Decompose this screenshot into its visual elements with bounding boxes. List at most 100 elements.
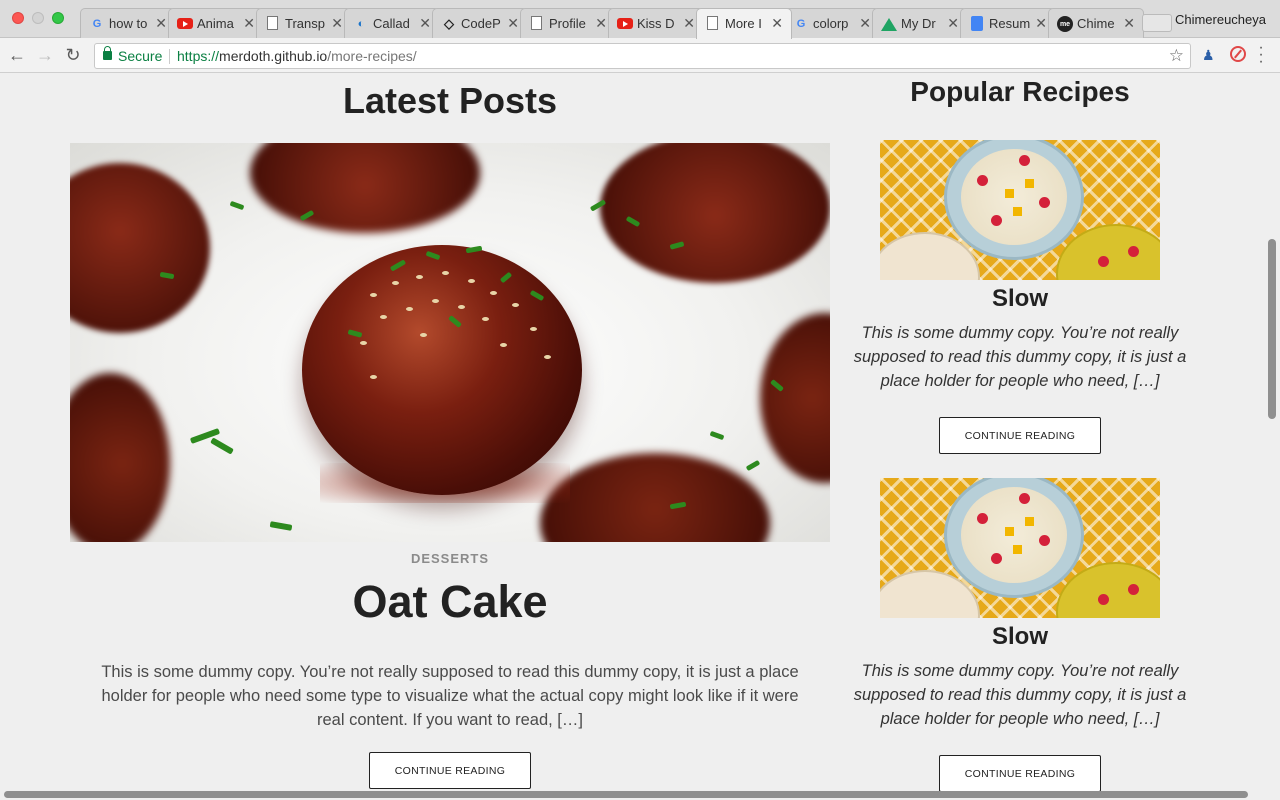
sesame-seed xyxy=(432,299,439,303)
vertical-scrollbar[interactable] xyxy=(1268,239,1276,419)
sesame-seed xyxy=(482,317,489,321)
mango-piece xyxy=(1005,189,1014,198)
sesame-seed xyxy=(544,355,551,359)
browser-tab[interactable]: Transp ✕ xyxy=(256,8,352,38)
document-icon xyxy=(267,16,278,30)
post-title[interactable]: Oat Cake xyxy=(70,576,830,628)
close-icon[interactable]: ✕ xyxy=(331,15,343,32)
raspberry xyxy=(1019,493,1030,504)
url-host: merdoth.github.io xyxy=(219,48,328,64)
bowl-blue xyxy=(944,140,1084,260)
tab-label: Anima xyxy=(197,16,234,31)
browser-tab[interactable]: G colorp ✕ xyxy=(784,8,880,38)
raspberry xyxy=(1039,197,1050,208)
browser-tab[interactable]: Profile ✕ xyxy=(520,8,616,38)
close-icon[interactable]: ✕ xyxy=(507,15,519,32)
url-text[interactable]: https://merdoth.github.io/more-recipes/ xyxy=(177,48,417,64)
close-icon[interactable]: ✕ xyxy=(771,15,783,32)
divider xyxy=(169,49,170,64)
close-icon[interactable]: ✕ xyxy=(1035,15,1047,32)
block-extension-icon[interactable] xyxy=(1230,46,1246,62)
browser-tab-bar: G how to ✕ Anima ✕ Transp ✕ ◐ Callad ✕ ◇… xyxy=(0,0,1280,39)
forward-arrow-icon[interactable]: → xyxy=(34,44,56,66)
browser-tab[interactable]: G how to ✕ xyxy=(80,8,176,38)
tab-label: colorp xyxy=(813,16,849,31)
google-icon: G xyxy=(92,18,102,30)
profile-name[interactable]: Chimereucheya xyxy=(1175,12,1266,27)
popular-recipes-heading: Popular Recipes xyxy=(910,76,1130,107)
browser-tab[interactable]: Anima ✕ xyxy=(168,8,264,38)
horizontal-scrollbar[interactable] xyxy=(4,791,1248,798)
tab-label: More I xyxy=(725,16,762,31)
sesame-seed xyxy=(468,279,475,283)
continue-reading-button[interactable]: CONTINUE READING xyxy=(939,417,1101,454)
raspberry xyxy=(1128,584,1139,595)
recipe-title[interactable]: Slow xyxy=(860,623,1180,651)
raspberry xyxy=(1098,594,1109,605)
document-icon xyxy=(531,16,542,30)
browser-tab[interactable]: me Chime ✕ xyxy=(1048,8,1144,38)
close-icon[interactable]: ✕ xyxy=(859,15,871,32)
post-hero-image[interactable] xyxy=(70,143,830,542)
recipe-image[interactable] xyxy=(880,140,1160,280)
latest-posts-heading: Latest Posts xyxy=(342,80,558,121)
lock-icon xyxy=(103,46,112,60)
continue-reading-button[interactable]: CONTINUE READING xyxy=(939,755,1101,792)
close-icon[interactable]: ✕ xyxy=(243,15,255,32)
raspberry xyxy=(1098,256,1109,267)
sesame-seed xyxy=(420,333,427,337)
window-maximize-button[interactable] xyxy=(52,12,64,24)
mango-piece xyxy=(1025,179,1034,188)
recipe-title[interactable]: Slow xyxy=(860,285,1180,313)
url-scheme: https:// xyxy=(177,48,220,64)
address-bar[interactable]: Secure https://merdoth.github.io/more-re… xyxy=(94,43,1191,69)
close-icon[interactable]: ✕ xyxy=(947,15,959,32)
new-tab-button[interactable] xyxy=(1142,14,1172,32)
raspberry xyxy=(977,175,988,186)
window-minimize-button[interactable] xyxy=(32,12,44,24)
google-icon: G xyxy=(796,18,806,30)
raspberry xyxy=(991,215,1002,226)
window-close-button[interactable] xyxy=(12,12,24,24)
raspberry xyxy=(1128,246,1139,257)
extension-icon[interactable]: ♟ xyxy=(1202,47,1216,63)
close-icon[interactable]: ✕ xyxy=(683,15,695,32)
sesame-seed xyxy=(370,293,377,297)
sesame-seed xyxy=(490,291,497,295)
browser-tab[interactable]: Resum ✕ xyxy=(960,8,1056,38)
document-icon xyxy=(707,16,718,30)
browser-tab[interactable]: Kiss D ✕ xyxy=(608,8,704,38)
google-docs-icon xyxy=(971,16,983,31)
tab-label: CodeP xyxy=(461,16,501,31)
close-icon[interactable]: ✕ xyxy=(155,15,167,32)
browser-tab[interactable]: My Dr ✕ xyxy=(872,8,968,38)
close-icon[interactable]: ✕ xyxy=(419,15,431,32)
recipe-excerpt: This is some dummy copy. You’re not real… xyxy=(853,662,1187,728)
post-category[interactable]: DESSERTS xyxy=(70,551,830,566)
back-arrow-icon[interactable]: ← xyxy=(6,44,28,66)
raspberry xyxy=(1039,535,1050,546)
browser-tab-active[interactable]: More I ✕ xyxy=(696,8,792,39)
close-icon[interactable]: ✕ xyxy=(595,15,607,32)
sesame-seed xyxy=(530,327,537,331)
more-menu-icon[interactable]: · · · xyxy=(1256,40,1266,70)
google-drive-icon xyxy=(881,18,897,31)
page-content: Latest Posts DESSERTS Oat Cake This is s… xyxy=(0,74,1280,800)
recipe-image[interactable] xyxy=(880,478,1160,618)
raspberry xyxy=(991,553,1002,564)
close-icon[interactable]: ✕ xyxy=(1123,15,1135,32)
oatmeal xyxy=(961,149,1067,245)
sesame-seed xyxy=(458,305,465,309)
sesame-seed xyxy=(380,315,387,319)
url-path: /more-recipes/ xyxy=(327,48,417,64)
reload-icon[interactable]: ↻ xyxy=(62,44,84,66)
browser-toolbar: ← → ↻ Secure https://merdoth.github.io/m… xyxy=(0,38,1280,73)
continue-reading-button[interactable]: CONTINUE READING xyxy=(369,752,531,789)
tab-label: Callad xyxy=(373,16,410,31)
bookmark-star-icon[interactable]: ☆ xyxy=(1169,46,1184,66)
sesame-seed xyxy=(360,341,367,345)
sesame-seed xyxy=(500,343,507,347)
youtube-icon xyxy=(617,18,633,29)
browser-tab[interactable]: ◇ CodeP ✕ xyxy=(432,8,528,38)
browser-tab[interactable]: ◐ Callad ✕ xyxy=(344,8,440,38)
